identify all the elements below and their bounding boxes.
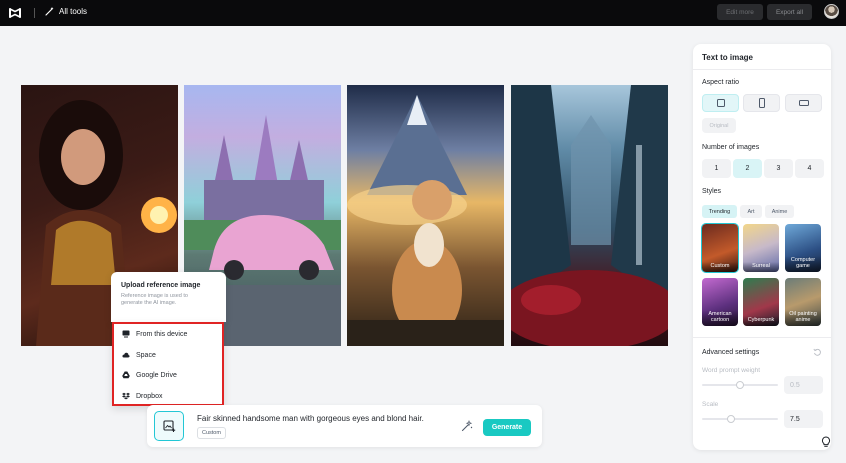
- avatar[interactable]: [824, 4, 839, 19]
- menu-item-label: Space: [136, 351, 156, 359]
- export-all-button[interactable]: Export all: [767, 4, 812, 20]
- styles-label: Styles: [702, 188, 722, 195]
- reset-icon[interactable]: [813, 348, 822, 357]
- aspect-ratio-square-button[interactable]: [702, 94, 739, 112]
- device-icon: [122, 330, 130, 338]
- menu-item-dropbox[interactable]: Dropbox: [122, 392, 162, 400]
- aspect-ratio-original-button[interactable]: Original: [702, 118, 736, 133]
- image-upload-icon: [162, 419, 175, 432]
- scale-thumb[interactable]: [726, 415, 735, 423]
- style-oil-painting-anime[interactable]: Oil painting anime: [785, 278, 821, 326]
- advanced-settings-label: Advanced settings: [702, 349, 760, 356]
- aspect-ratio-label: Aspect ratio: [702, 79, 739, 86]
- panel-title: Text to image: [702, 53, 753, 62]
- upload-reference-title: Upload reference image: [121, 282, 201, 289]
- scale-slider[interactable]: [702, 418, 778, 420]
- style-label: American cartoon: [702, 310, 738, 326]
- style-label: Surreal: [743, 262, 779, 272]
- menu-item-label: Google Drive: [136, 371, 177, 379]
- menu-item-space[interactable]: Space: [122, 351, 156, 359]
- style-surreal[interactable]: Surreal: [743, 224, 779, 272]
- edit-more-button[interactable]: Edit more: [717, 4, 763, 20]
- sparkle-wand-icon[interactable]: [461, 420, 473, 432]
- all-tools-button[interactable]: All tools: [45, 6, 87, 16]
- menu-item-from-this-device[interactable]: From this device: [122, 330, 187, 338]
- style-label: Custom: [702, 262, 738, 272]
- divider: [693, 69, 831, 70]
- generate-button[interactable]: Generate: [483, 419, 531, 436]
- upload-reference-popover: Upload reference image Reference image i…: [111, 272, 226, 322]
- number-of-images-label: Number of images: [702, 144, 760, 151]
- google-drive-icon: [122, 371, 130, 379]
- divider: [693, 337, 831, 338]
- landscape-ratio-icon: [798, 100, 809, 106]
- style-cyberpunk[interactable]: Cyberpunk: [743, 278, 779, 326]
- word-prompt-weight-thumb[interactable]: [736, 381, 744, 389]
- mountain-valley-illustration: [511, 85, 668, 346]
- tab-art[interactable]: Art: [740, 205, 762, 218]
- menu-item-google-drive[interactable]: Google Drive: [122, 371, 177, 379]
- tab-trending[interactable]: Trending: [702, 205, 737, 218]
- cloud-icon: [122, 352, 130, 358]
- lightbulb-icon[interactable]: [820, 436, 832, 448]
- upload-source-menu: From this device Space Google Drive Drop…: [112, 322, 224, 406]
- style-label: Computer game: [785, 256, 821, 272]
- number-option-1[interactable]: 1: [702, 159, 731, 178]
- number-option-3[interactable]: 3: [764, 159, 793, 178]
- divider: [34, 8, 35, 18]
- scale-value[interactable]: 7.5: [784, 410, 823, 428]
- cat-mountain-illustration: [347, 95, 504, 346]
- word-prompt-weight-value[interactable]: 0.5: [784, 376, 823, 394]
- style-label: Cyberpunk: [743, 316, 779, 326]
- tab-anime[interactable]: Anime: [765, 205, 794, 218]
- style-chip[interactable]: Custom: [197, 427, 226, 439]
- generated-image-4[interactable]: [511, 85, 668, 346]
- magic-wand-icon: [45, 7, 54, 16]
- style-american-cartoon[interactable]: American cartoon: [702, 278, 738, 326]
- prompt-bar: Fair skinned handsome man with gorgeous …: [147, 405, 542, 447]
- portrait-ratio-icon: [758, 98, 765, 108]
- text-to-image-panel: Text to image Aspect ratio Original Numb…: [693, 44, 831, 450]
- generated-image-3[interactable]: [347, 85, 504, 346]
- dropbox-icon: [122, 392, 130, 400]
- upload-reference-description: Reference image is used to generate the …: [121, 293, 188, 307]
- style-label: Oil painting anime: [785, 310, 821, 326]
- top-bar: All tools Edit more Export all: [0, 0, 846, 26]
- menu-item-label: From this device: [136, 330, 188, 338]
- menu-item-label: Dropbox: [136, 392, 163, 400]
- word-prompt-weight-label: Word prompt weight: [702, 367, 761, 374]
- all-tools-label: All tools: [59, 6, 88, 16]
- scale-label: Scale: [702, 401, 719, 408]
- number-option-2[interactable]: 2: [733, 159, 762, 178]
- style-custom[interactable]: Custom: [701, 223, 739, 273]
- upload-reference-button[interactable]: [154, 411, 184, 441]
- number-option-4[interactable]: 4: [795, 159, 824, 178]
- square-ratio-icon: [716, 99, 725, 107]
- aspect-ratio-portrait-button[interactable]: [743, 94, 780, 112]
- aspect-ratio-landscape-button[interactable]: [785, 94, 822, 112]
- capcut-logo-icon[interactable]: [7, 5, 23, 21]
- prompt-text[interactable]: Fair skinned handsome man with gorgeous …: [197, 414, 424, 423]
- style-computer-game[interactable]: Computer game: [785, 224, 821, 272]
